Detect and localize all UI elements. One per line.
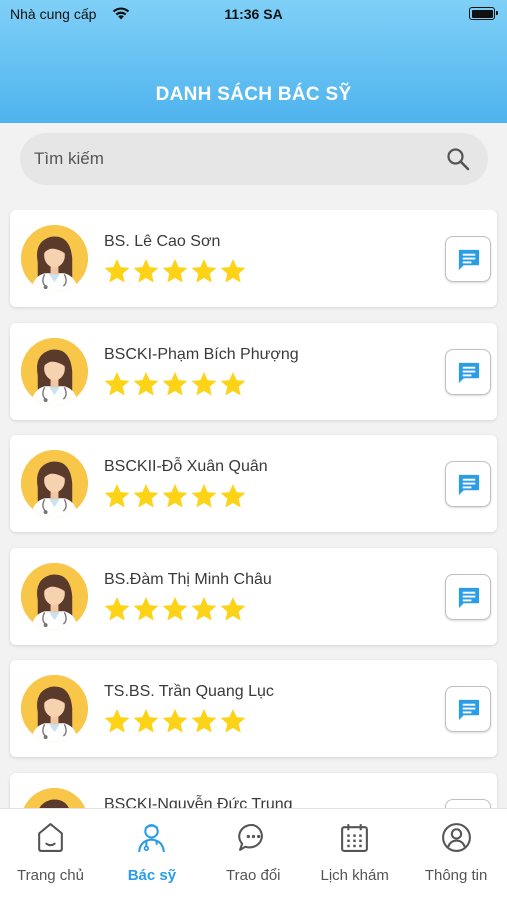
star-icon [191,484,217,508]
doctor-name: BS. Lê Cao Sơn [104,233,221,250]
message-icon [458,474,480,496]
page-title: DANH SÁCH BÁC SỸ [155,84,352,105]
doctor-name: BSCKII-Đỗ Xuân Quân [104,458,268,475]
profile-icon [441,823,471,852]
doctor-card[interactable]: BSCKI-Phạm Bích Phượng [10,322,497,420]
doctor-card[interactable]: BSCKI-Nguyễn Đức Trung [10,772,497,809]
doctor-avatar [21,337,88,405]
star-icon [104,484,130,508]
status-bar: Nhà cung cấp 11:36 SA [0,0,507,30]
star-icon [133,709,159,733]
star-icon [162,484,188,508]
star-icon [191,596,217,620]
rating-stars [103,595,248,625]
chat-bubble-icon [237,823,263,851]
rating-stars [103,707,248,737]
doctor-list[interactable]: BS. Lê Cao Sơn BSCKI-Phạm Bích Phượng BSCK… [0,210,507,808]
rating-stars [103,482,248,512]
chat-button[interactable] [445,236,491,282]
chat-button[interactable] [445,798,491,808]
star-icon [191,259,217,283]
star-icon [133,484,159,508]
tab-label: Bác sỹ [127,867,177,884]
search-icon[interactable] [446,147,470,171]
star-icon [104,259,130,283]
star-icon [104,596,130,620]
tab-label: Lịch khám [320,867,389,884]
message-icon [458,362,480,383]
message-icon [458,699,480,721]
doctor-avatar [21,675,88,742]
chat-button[interactable] [445,686,491,732]
search-bar[interactable] [20,133,488,185]
doctor-name: BS.Đàm Thị Minh Châu [104,570,272,588]
search-input[interactable] [34,133,434,185]
star-icon [220,709,246,733]
calendar-icon [341,824,369,852]
tab-doctor[interactable]: Bác sỹ [101,809,202,900]
star-icon [162,709,188,733]
tab-calendar[interactable]: Lịch khám [304,809,405,900]
star-icon [162,259,188,283]
star-icon [220,484,246,508]
bottom-tab-bar: Trang chủ Bác sỹ Trao đổi Lịch khám Thông ti… [0,808,507,900]
tab-profile[interactable]: Thông tin [406,809,507,900]
chat-button[interactable] [445,348,491,395]
doctor-avatar [21,787,88,808]
star-icon [133,596,159,620]
doctor-avatar [21,562,88,630]
doctor-avatar [21,225,88,292]
rating-stars [103,370,248,400]
chat-button[interactable] [445,573,491,620]
tab-label: Trao đổi [226,867,281,884]
message-icon [458,249,480,271]
doctor-card[interactable]: BS.Đàm Thị Minh Châu [10,547,497,645]
star-icon [133,259,159,283]
star-icon [220,259,246,283]
star-icon [191,371,217,395]
doctor-card[interactable]: TS.BS. Trần Quang Lục [10,660,497,757]
doctor-name: BSCKI-Phạm Bích Phượng [104,345,299,363]
tab-chat-bubble[interactable]: Trao đổi [203,809,304,900]
status-time: 11:36 SA [224,6,283,22]
star-icon [162,371,188,395]
tab-label: Thông tin [424,867,488,884]
chat-button[interactable] [445,461,491,507]
tab-label: Trang chủ [17,867,84,884]
star-icon [191,709,217,733]
star-icon [162,596,188,620]
rating-stars [103,257,248,287]
doctor-name: TS.BS. Trần Quang Lục [104,683,274,700]
star-icon [133,371,159,395]
doctor-name: BSCKI-Nguyễn Đức Trung [104,795,293,809]
message-icon [458,587,480,608]
star-icon [104,371,130,395]
star-icon [220,596,246,620]
doctor-card[interactable]: BSCKII-Đỗ Xuân Quân [10,435,497,532]
doctor-icon [138,824,166,853]
header-bar: Nhà cung cấp 11:36 SA DANH SÁCH BÁC SỸ [0,0,507,123]
battery-icon [469,7,498,20]
star-icon [220,371,246,395]
tab-home[interactable]: Trang chủ [0,809,101,900]
home-icon [38,823,63,852]
star-icon [104,709,130,733]
doctor-avatar [21,450,88,517]
doctor-card[interactable]: BS. Lê Cao Sơn [10,210,497,307]
